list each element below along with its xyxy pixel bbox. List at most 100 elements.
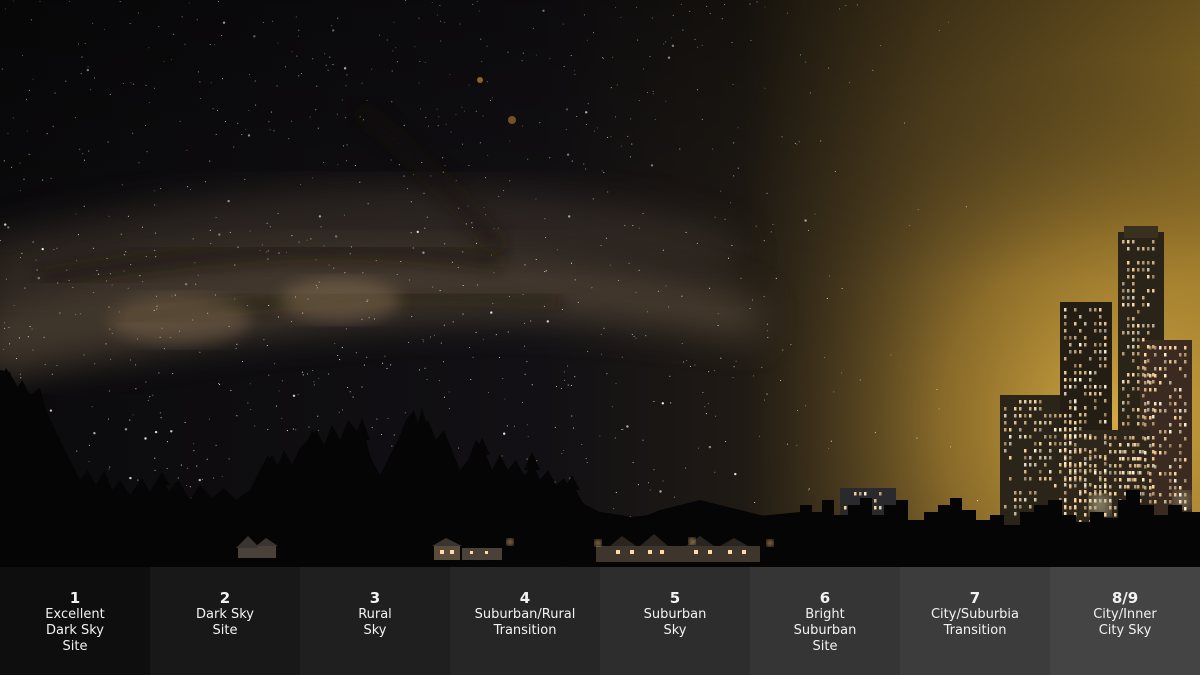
window-light xyxy=(1064,464,1067,468)
window-light xyxy=(1147,359,1150,363)
window-light xyxy=(1064,499,1067,503)
window-light xyxy=(874,499,877,503)
window-light xyxy=(1084,420,1087,424)
window-light xyxy=(1127,394,1130,398)
window-light xyxy=(1049,477,1052,481)
window-light xyxy=(1159,493,1162,497)
window-light xyxy=(1104,350,1107,354)
window-light xyxy=(1089,464,1092,468)
window-light xyxy=(1104,471,1107,475)
window-light xyxy=(1059,449,1062,453)
window-light xyxy=(859,492,862,496)
window-light xyxy=(1034,463,1037,467)
scale-label: Rural Sky xyxy=(358,607,392,638)
window-light xyxy=(1019,407,1022,411)
window-light xyxy=(1069,506,1072,510)
window-light xyxy=(1119,457,1122,461)
window-light xyxy=(1084,462,1087,466)
window-light xyxy=(1179,486,1182,490)
window-light xyxy=(1152,324,1155,328)
window-light xyxy=(1142,261,1145,265)
window-light xyxy=(1014,512,1017,516)
window-light xyxy=(1152,380,1155,384)
window-light xyxy=(1132,345,1135,349)
window-light xyxy=(1099,485,1102,489)
window-light xyxy=(1079,315,1082,319)
window-light xyxy=(1179,430,1182,434)
window-light xyxy=(1084,322,1087,326)
scale-label: City/Suburbia Transition xyxy=(930,607,1020,638)
window-light xyxy=(1084,513,1087,517)
window-light xyxy=(1144,388,1147,392)
window-light xyxy=(1164,472,1167,476)
window-light xyxy=(1084,336,1087,340)
window-light xyxy=(1044,414,1047,418)
window-light xyxy=(1132,338,1135,342)
window-light xyxy=(1122,422,1125,426)
window-light xyxy=(1024,400,1027,404)
window-light xyxy=(1132,436,1135,440)
window-light xyxy=(1049,470,1052,474)
window-light xyxy=(1179,451,1182,455)
window-light xyxy=(1169,486,1172,490)
window-light xyxy=(1154,465,1157,469)
window-light xyxy=(1127,415,1130,419)
window-light xyxy=(1152,240,1155,244)
window-light xyxy=(1119,443,1122,447)
window-light xyxy=(1132,471,1135,475)
window-light xyxy=(1064,329,1067,333)
window-light xyxy=(1132,268,1135,272)
window-light xyxy=(1132,387,1135,391)
window-light xyxy=(1084,413,1087,417)
window-light xyxy=(1084,478,1087,482)
window-light xyxy=(1064,378,1067,382)
window-light xyxy=(1069,428,1072,432)
window-light xyxy=(1084,392,1087,396)
window-light xyxy=(1142,247,1145,251)
window-light xyxy=(1119,478,1122,482)
window-light xyxy=(1029,435,1032,439)
window-light xyxy=(1174,486,1177,490)
window-light xyxy=(1174,479,1177,483)
window-light xyxy=(1147,303,1150,307)
window-light xyxy=(1064,371,1067,375)
scale-number: 2 xyxy=(219,589,231,607)
window-light xyxy=(1169,402,1172,406)
window-light xyxy=(1127,324,1130,328)
window-light xyxy=(1034,491,1037,495)
window-light xyxy=(1134,457,1137,461)
window-light xyxy=(1184,479,1187,483)
window-light xyxy=(1034,421,1037,425)
window-light xyxy=(1024,498,1027,502)
window-light xyxy=(1069,471,1072,475)
window-light xyxy=(1149,479,1152,483)
window-light xyxy=(1064,512,1067,516)
window-light xyxy=(1144,367,1147,371)
window-light xyxy=(1109,471,1112,475)
window-light xyxy=(1079,427,1082,431)
window-light xyxy=(1122,380,1125,384)
window-light xyxy=(854,492,857,496)
window-light xyxy=(1064,385,1067,389)
window-light xyxy=(1142,478,1145,482)
window-light xyxy=(1152,457,1155,461)
window-light xyxy=(1184,423,1187,427)
window-light xyxy=(1074,443,1077,447)
window-light xyxy=(1122,331,1125,335)
window-light xyxy=(1064,420,1067,424)
window-light xyxy=(1179,458,1182,462)
window-light xyxy=(1147,275,1150,279)
window-light xyxy=(1139,464,1142,468)
window-light xyxy=(1104,322,1107,326)
window-light xyxy=(1169,381,1172,385)
window-light xyxy=(1159,346,1162,350)
window-light xyxy=(1099,471,1102,475)
window-light xyxy=(1104,436,1107,440)
window-light xyxy=(1124,450,1127,454)
window-light xyxy=(1169,423,1172,427)
window-light xyxy=(1122,401,1125,405)
window-light xyxy=(1137,408,1140,412)
window-light xyxy=(1159,402,1162,406)
window-light xyxy=(1174,388,1177,392)
window-light xyxy=(1064,436,1067,440)
